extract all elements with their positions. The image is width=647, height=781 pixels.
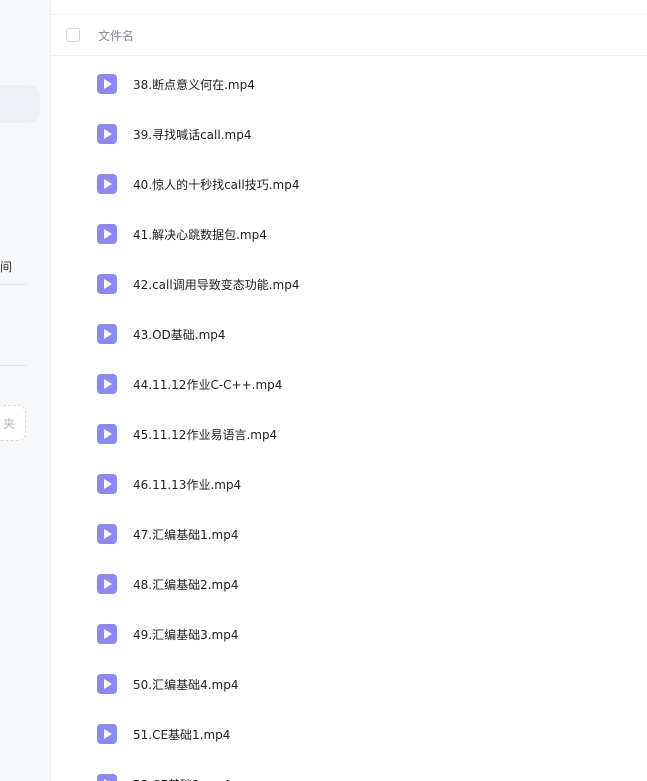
video-file-icon: [97, 174, 117, 194]
new-folder-button-label: 夹: [2, 417, 15, 431]
sidebar: 间 夹: [0, 0, 51, 781]
file-name[interactable]: 41.解决心跳数据包.mp4: [133, 226, 267, 243]
file-row[interactable]: 46.11.13作业.mp4: [51, 459, 647, 509]
file-name[interactable]: 44.11.12作业C-C++.mp4: [133, 376, 282, 393]
file-row[interactable]: 42.call调用导致变态功能.mp4: [51, 259, 647, 309]
sidebar-divider: [0, 284, 27, 285]
file-row[interactable]: 47.汇编基础1.mp4: [51, 509, 647, 559]
file-list: 38.断点意义何在.mp4 39.寻找喊话call.mp4 40.惊人的十秒找cal…: [51, 59, 647, 781]
file-row[interactable]: 44.11.12作业C-C++.mp4: [51, 359, 647, 409]
video-file-icon: [97, 224, 117, 244]
video-file-icon: [97, 324, 117, 344]
file-name[interactable]: 47.汇编基础1.mp4: [133, 526, 238, 543]
file-row[interactable]: 41.解决心跳数据包.mp4: [51, 209, 647, 259]
video-file-icon: [97, 674, 117, 694]
video-file-icon: [97, 524, 117, 544]
file-row[interactable]: 48.汇编基础2.mp4: [51, 559, 647, 609]
file-row[interactable]: 49.汇编基础3.mp4: [51, 609, 647, 659]
file-row[interactable]: 40.惊人的十秒找call技巧.mp4: [51, 159, 647, 209]
sidebar-divider: [0, 365, 27, 366]
file-name[interactable]: 40.惊人的十秒找call技巧.mp4: [133, 176, 299, 193]
new-folder-button[interactable]: 夹: [0, 405, 26, 441]
file-row[interactable]: 38.断点意义何在.mp4: [51, 59, 647, 109]
file-name[interactable]: 48.汇编基础2.mp4: [133, 576, 238, 593]
video-file-icon: [97, 774, 117, 781]
video-file-icon: [97, 474, 117, 494]
file-row[interactable]: 39.寻找喊话call.mp4: [51, 109, 647, 159]
video-file-icon: [97, 724, 117, 744]
file-row[interactable]: 43.OD基础.mp4: [51, 309, 647, 359]
video-file-icon: [97, 574, 117, 594]
file-name[interactable]: 52.CE基础2.mp4: [133, 776, 230, 781]
file-name[interactable]: 38.断点意义何在.mp4: [133, 76, 255, 93]
file-row[interactable]: 50.汇编基础4.mp4: [51, 659, 647, 709]
file-name[interactable]: 39.寻找喊话call.mp4: [133, 126, 251, 143]
file-name[interactable]: 50.汇编基础4.mp4: [133, 676, 238, 693]
file-name[interactable]: 51.CE基础1.mp4: [133, 726, 230, 743]
file-row[interactable]: 51.CE基础1.mp4: [51, 709, 647, 759]
file-row[interactable]: 45.11.12作业易语言.mp4: [51, 409, 647, 459]
video-file-icon: [97, 424, 117, 444]
video-file-icon: [97, 274, 117, 294]
video-file-icon: [97, 74, 117, 94]
file-name[interactable]: 49.汇编基础3.mp4: [133, 626, 238, 643]
file-list-header: 文件名: [51, 15, 647, 56]
file-name[interactable]: 43.OD基础.mp4: [133, 326, 226, 343]
file-row[interactable]: 52.CE基础2.mp4: [51, 759, 647, 781]
file-name[interactable]: 46.11.13作业.mp4: [133, 476, 241, 493]
file-name[interactable]: 42.call调用导致变态功能.mp4: [133, 276, 299, 293]
sidebar-partial-label[interactable]: 间: [0, 258, 12, 275]
filename-column-header[interactable]: 文件名: [98, 27, 134, 44]
file-browser-page: 间 夹 文件名 38.断点意义何在.mp4 39.寻找喊话call.mp4 40.惊…: [0, 0, 647, 781]
video-file-icon: [97, 124, 117, 144]
video-file-icon: [97, 624, 117, 644]
file-list-panel: 文件名 38.断点意义何在.mp4 39.寻找喊话call.mp4 40.惊人的十秒…: [51, 0, 647, 781]
sidebar-active-item[interactable]: [0, 85, 40, 123]
file-name[interactable]: 45.11.12作业易语言.mp4: [133, 426, 277, 443]
video-file-icon: [97, 374, 117, 394]
select-all-checkbox[interactable]: [66, 28, 80, 42]
